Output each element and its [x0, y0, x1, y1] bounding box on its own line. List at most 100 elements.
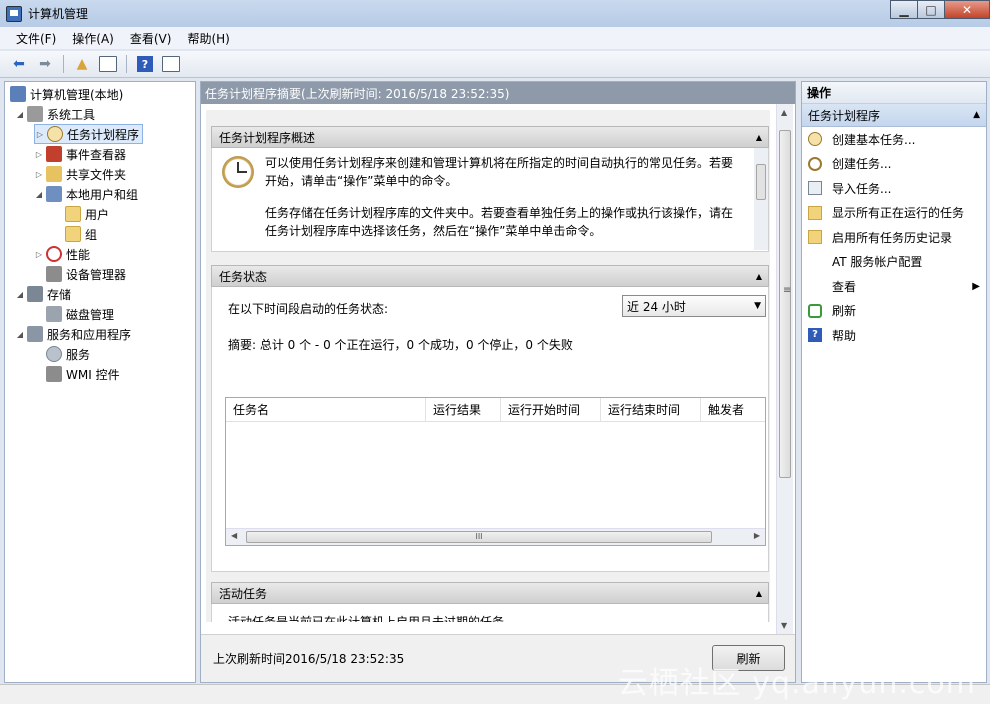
collapsed-triangle-icon[interactable]: ▷ [34, 170, 44, 179]
collapsed-triangle-icon[interactable]: ▷ [34, 150, 44, 159]
active-tasks-section-header[interactable]: 活动任务 ▲ [211, 582, 769, 604]
tree-item-wmi-control[interactable]: WMI 控件 [46, 364, 120, 384]
action-create-task[interactable]: 创建任务... [802, 152, 986, 177]
forward-arrow-icon[interactable]: ➡ [34, 54, 56, 74]
collapsed-triangle-icon[interactable]: ▷ [35, 130, 45, 139]
overview-section-body: 可以使用任务计划程序来创建和管理计算机将在所指定的时间自动执行的常见任务。若要 … [211, 148, 769, 252]
table-horizontal-scrollbar[interactable]: ◀ III ▶ [226, 528, 765, 545]
action-create-basic-task[interactable]: 创建基本任务... [802, 127, 986, 152]
overview-scrollbar[interactable] [754, 148, 768, 250]
collapsed-triangle-icon[interactable]: ▷ [34, 250, 44, 259]
action-view[interactable]: 查看 ▶ [802, 274, 986, 299]
summary-vertical-scrollbar[interactable]: ▲ ▼ [776, 104, 793, 634]
actions-section-task-scheduler[interactable]: 任务计划程序 ▲ [802, 104, 986, 127]
action-label: 显示所有正在运行的任务 [832, 206, 965, 221]
maximize-button[interactable]: □ [917, 0, 944, 19]
import-icon [808, 181, 822, 196]
folder-icon [808, 205, 822, 220]
tree-item-system-tools[interactable]: ◢ 系统工具 [15, 104, 95, 124]
expanded-triangle-icon[interactable]: ◢ [34, 190, 44, 199]
tree-item-shared-folders[interactable]: ▷ 共享文件夹 [34, 164, 126, 184]
menu-view[interactable]: 查看(V) [122, 30, 180, 47]
tree-item-computer-management[interactable]: 计算机管理(本地) [10, 84, 123, 104]
collapse-icon[interactable]: ▲ [756, 272, 762, 281]
tree-item-label: 服务和应用程序 [47, 327, 132, 342]
action-import-task[interactable]: 导入任务... [802, 176, 986, 201]
computer-management-icon [6, 5, 22, 22]
collapse-icon[interactable]: ▲ [756, 589, 762, 598]
expanded-triangle-icon[interactable]: ◢ [15, 290, 25, 299]
task-status-table: 任务名 运行结果 运行开始时间 运行结束时间 触发者 ◀ III ▶ [225, 397, 766, 546]
gear-icon [46, 346, 62, 362]
action-label: 刷新 [832, 304, 857, 319]
action-show-running-tasks[interactable]: 显示所有正在运行的任务 [802, 201, 986, 226]
action-label: 查看 [832, 279, 857, 294]
tree-item-task-scheduler[interactable]: ▷ 任务计划程序 [34, 124, 144, 144]
scroll-thumb[interactable]: III [246, 531, 712, 543]
services-apps-icon [27, 326, 43, 342]
tree-item-disk-management[interactable]: 磁盘管理 [46, 304, 114, 324]
action-enable-history[interactable]: 启用所有任务历史记录 [802, 225, 986, 250]
actions-header: 操作 [802, 82, 986, 104]
show-hide-tree-icon[interactable] [97, 54, 119, 74]
tree-item-performance[interactable]: ▷ 性能 [34, 244, 90, 264]
overview-section-header[interactable]: 任务计划程序概述 ▲ [211, 126, 769, 148]
close-button[interactable]: ✕ [944, 0, 990, 19]
folder-icon [808, 230, 822, 245]
scroll-thumb[interactable] [779, 130, 791, 478]
overview-line: 任务计划程序库中选择该任务，然后在“操作”菜单中单击命令。 [265, 224, 602, 238]
column-header[interactable]: 运行开始时间 [501, 398, 601, 421]
expanded-triangle-icon[interactable]: ◢ [15, 110, 25, 119]
help-icon: ? [808, 328, 822, 343]
tree-item-label: 共享文件夹 [66, 167, 127, 182]
tree-item-users[interactable]: 用户 [65, 204, 109, 224]
tree-item-groups[interactable]: 组 [65, 224, 97, 244]
column-header[interactable]: 触发者 [701, 398, 761, 421]
menu-bar: 文件(F) 操作(A) 查看(V) 帮助(H) [0, 27, 990, 50]
menu-file[interactable]: 文件(F) [8, 30, 64, 47]
tree-item-event-viewer[interactable]: ▷ 事件查看器 [34, 144, 126, 164]
tree-item-label: 存储 [47, 287, 72, 302]
back-arrow-icon[interactable]: ⬅ [8, 54, 30, 74]
action-refresh[interactable]: 刷新 [802, 299, 986, 324]
tree-item-local-users-groups[interactable]: ◢ 本地用户和组 [34, 184, 138, 204]
clock-icon [808, 132, 822, 147]
chevron-down-icon: ▼ [754, 301, 761, 311]
period-dropdown[interactable]: 近 24 小时 ▼ [622, 295, 766, 317]
tree-item-services-apps[interactable]: ◢ 服务和应用程序 [15, 324, 131, 344]
up-folder-icon[interactable]: ▲ [71, 54, 93, 74]
scroll-down-icon[interactable]: ▼ [781, 621, 787, 630]
menu-action[interactable]: 操作(A) [64, 30, 122, 47]
tree-item-storage[interactable]: ◢ 存储 [15, 284, 71, 304]
navigation-tree: 计算机管理(本地) ◢ 系统工具 ▷ 任务计划程序 ▷ 事件查看器 ▷ 共享文件… [4, 81, 196, 683]
folder-icon [65, 226, 81, 242]
tree-item-services[interactable]: 服务 [46, 344, 90, 364]
scroll-up-icon[interactable]: ▲ [781, 108, 787, 117]
folder-icon [65, 206, 81, 222]
column-header[interactable]: 运行结束时间 [601, 398, 701, 421]
column-header[interactable]: 运行结果 [426, 398, 501, 421]
pane-splitter[interactable]: ≡ [783, 285, 791, 296]
help-icon[interactable]: ? [134, 54, 156, 74]
menu-help[interactable]: 帮助(H) [179, 30, 237, 47]
minimize-button[interactable]: ▁ [890, 0, 917, 19]
title-bar: 计算机管理 ▁ □ ✕ [0, 0, 990, 27]
collapse-icon[interactable]: ▲ [756, 133, 762, 142]
tree-item-device-manager[interactable]: 设备管理器 [46, 264, 126, 284]
scroll-left-icon[interactable]: ◀ [231, 531, 237, 540]
action-help[interactable]: ? 帮助 [802, 323, 986, 348]
column-header[interactable]: 任务名 [226, 398, 426, 421]
event-viewer-icon [46, 146, 62, 162]
summary-scroll-area: 任务计划程序概述 ▲ 可以使用任务计划程序来创建和管理计算机将在所指定的时间自动… [206, 110, 770, 622]
action-label: 启用所有任务历史记录 [832, 230, 953, 245]
scroll-right-icon[interactable]: ▶ [754, 531, 760, 540]
tree-item-label: 用户 [85, 207, 110, 222]
collapse-icon[interactable]: ▲ [973, 110, 980, 120]
task-status-section-header[interactable]: 任务状态 ▲ [211, 265, 769, 287]
wmi-icon [46, 366, 62, 382]
tree-item-label: 任务计划程序 [67, 127, 140, 142]
show-hide-action-pane-icon[interactable] [160, 54, 182, 74]
action-at-service-account[interactable]: AT 服务帐户配置 [802, 250, 986, 275]
expanded-triangle-icon[interactable]: ◢ [15, 330, 25, 339]
action-label: 导入任务... [832, 181, 892, 196]
